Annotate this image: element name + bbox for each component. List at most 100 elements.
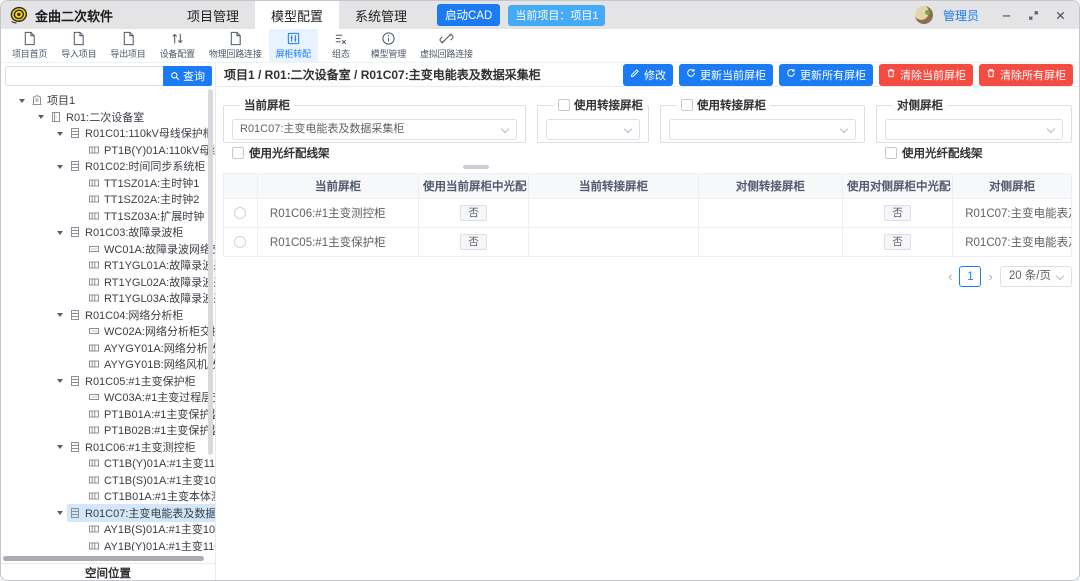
tree-node[interactable]: WC01A:故障录波网络交换机 (1, 241, 215, 258)
caret-down-icon[interactable] (57, 511, 63, 518)
page-size-select[interactable]: 20 条/页 (1000, 266, 1072, 287)
tree-node[interactable]: AYYGY01A:网络分析数据采集单元A (1, 340, 215, 357)
action-button[interactable]: 更新当前屏柜 (679, 64, 773, 86)
tree-node[interactable]: CT1B01A:#1主变本体测控装置 (1, 488, 215, 505)
tree-node[interactable]: CT1B(S)01A:#1主变10kV侧测控装置 (1, 472, 215, 489)
tree-horizontal-scrollbar[interactable] (3, 556, 204, 561)
prev-page-button[interactable]: ‹ (948, 270, 952, 283)
tree-node[interactable]: R01:二次设备室 (1, 109, 215, 126)
close-button[interactable] (1053, 8, 1067, 22)
caret-down-icon[interactable] (57, 132, 63, 139)
tree-node[interactable]: WC03A:#1主变过程层交换机 (1, 389, 215, 406)
tree-node-content[interactable]: R01C04:网络分析柜 (67, 306, 187, 324)
tree-node[interactable]: RT1YGL03A:故障录波采集单元3 (1, 290, 215, 307)
action-button[interactable]: 修改 (623, 64, 673, 86)
caret-down-icon[interactable] (38, 115, 44, 122)
table-row[interactable]: R01C06:#1主变测控柜 否 否 R01C07:主变电能表及数据采集柜 (224, 199, 1072, 228)
tree-node-content[interactable]: R01C03:故障录波柜 (67, 223, 187, 241)
search-input[interactable] (5, 66, 163, 86)
tree-node[interactable]: R01C02:时间同步系统柜 (1, 158, 215, 175)
caret-down-icon[interactable] (57, 231, 63, 238)
tree-node[interactable]: TT1SZ02A:主时钟2 (1, 191, 215, 208)
tree-node[interactable]: WC02A:网络分析柜交换机 (1, 323, 215, 340)
tree-node-content[interactable]: AYYGY01B:网络风机数据采集单元B (86, 355, 215, 373)
tree-node-content[interactable]: R01C06:#1主变测控柜 (67, 438, 200, 456)
toolbar-item[interactable]: 导入项目 (54, 29, 103, 62)
checkbox-box[interactable] (885, 147, 897, 159)
nav-tab[interactable]: 系统管理 (339, 1, 423, 29)
tree-node-content[interactable]: TT1SZ03A:扩展时钟 (86, 207, 208, 225)
tree-node-content[interactable]: RT1YGL03A:故障录波采集单元3 (86, 289, 215, 307)
tree-node-content[interactable]: AY1B(Y)01A:#1主变110kV侧电能表 (86, 537, 215, 551)
tree-node[interactable]: R01C07:主变电能表及数据采集柜 (1, 505, 215, 522)
tree-node[interactable]: R01C06:#1主变测控柜 (1, 439, 215, 456)
toolbar-item[interactable]: 物理回路连接 (202, 29, 269, 62)
user-name[interactable]: 管理员 (943, 7, 979, 24)
cabinet-select[interactable] (669, 119, 856, 140)
tree-node-content[interactable]: AYYGY01A:网络分析数据采集单元A (86, 339, 215, 357)
tree-node-content[interactable]: R01C02:时间同步系统柜 (67, 157, 209, 175)
fiber-patch-checkbox[interactable]: 使用光纤配线架 (232, 145, 517, 161)
use-opposite-fiber-button[interactable]: 否 (884, 205, 911, 222)
toolbar-item[interactable]: 虚拟回路连接 (413, 29, 480, 62)
cabinet-select[interactable] (885, 119, 1063, 140)
caret-down-icon[interactable] (19, 99, 25, 106)
tree-node-content[interactable]: RT1YGL01A:故障录波采集单元1 (86, 256, 215, 274)
table-row[interactable]: R01C05:#1主变保护柜 否 否 R01C07:主变电能表及数据采集柜 (224, 228, 1072, 257)
tree-node[interactable]: AY1B(Y)01A:#1主变110kV侧电能表 (1, 538, 215, 552)
use-opposite-fiber-button[interactable]: 否 (884, 234, 911, 251)
tree-node[interactable]: 项目1 (1, 92, 215, 109)
search-button[interactable]: 查询 (163, 66, 212, 86)
tree-node-content[interactable]: TT1SZ01A:主时钟1 (86, 174, 203, 192)
toolbar-item[interactable]: 屏柜转配 (269, 29, 318, 62)
tree-node-content[interactable]: PT1B02B:#1主变保护装置B (86, 421, 215, 439)
tree-node-content[interactable]: R01C07:主变电能表及数据采集柜 (67, 504, 215, 522)
action-button[interactable]: 清除所有屏柜 (979, 64, 1073, 86)
legend-checkbox[interactable] (681, 99, 693, 111)
table-scroll-hint[interactable] (463, 165, 489, 169)
page-number[interactable]: 1 (959, 266, 981, 287)
toolbar-item[interactable]: 组态 (318, 29, 364, 62)
toolbar-item[interactable]: 导出项目 (103, 29, 152, 62)
tree-node[interactable]: CT1B(Y)01A:#1主变110kV侧测控装置 (1, 455, 215, 472)
toolbar-item[interactable]: 设备配置 (153, 29, 202, 62)
tree-node-content[interactable]: RT1YGL02A:故障录波采集单元2 (86, 273, 215, 291)
tree-node-content[interactable]: WC01A:故障录波网络交换机 (86, 240, 215, 258)
caret-down-icon[interactable] (57, 165, 63, 172)
use-current-fiber-button[interactable]: 否 (460, 205, 487, 222)
tree-node[interactable]: TT1SZ03A:扩展时钟 (1, 208, 215, 225)
caret-down-icon[interactable] (57, 445, 63, 452)
tree-node[interactable]: R01C03:故障录波柜 (1, 224, 215, 241)
tree-node-content[interactable]: 项目1 (29, 91, 79, 109)
toolbar-item[interactable]: 模型管理 (364, 29, 413, 62)
next-page-button[interactable]: › (988, 270, 992, 283)
tree-node-content[interactable]: TT1SZ02A:主时钟2 (86, 190, 203, 208)
tree-node-content[interactable]: CT1B(S)01A:#1主变10kV侧测控装置 (86, 471, 215, 489)
launch-cad-button[interactable]: 启动CAD (437, 4, 500, 26)
tree-node[interactable]: PT1B(Y)01A:110kV母线保护装置A (1, 142, 215, 159)
tree-vertical-scrollbar[interactable] (208, 89, 213, 455)
action-button[interactable]: 清除当前屏柜 (879, 64, 973, 86)
tree-node-content[interactable]: CT1B01A:#1主变本体测控装置 (86, 487, 215, 505)
tree-node-content[interactable]: WC02A:网络分析柜交换机 (86, 322, 215, 340)
tree-node[interactable]: R01C05:#1主变保护柜 (1, 373, 215, 390)
row-radio[interactable] (234, 207, 246, 219)
spatial-position-tab[interactable]: 空间位置 (1, 563, 215, 581)
caret-down-icon[interactable] (57, 379, 63, 386)
fiber-patch-checkbox[interactable]: 使用光纤配线架 (885, 145, 1063, 161)
action-button[interactable]: 更新所有屏柜 (779, 64, 873, 86)
tree-node[interactable]: PT1B02B:#1主变保护装置B (1, 422, 215, 439)
tree-node-content[interactable]: R01:二次设备室 (48, 108, 148, 126)
tree-node-content[interactable]: R01C05:#1主变保护柜 (67, 372, 200, 390)
tree-node[interactable]: AYYGY01B:网络风机数据采集单元B (1, 356, 215, 373)
minimize-button[interactable] (999, 8, 1013, 22)
tree-node[interactable]: RT1YGL02A:故障录波采集单元2 (1, 274, 215, 291)
tree-node-content[interactable]: WC03A:#1主变过程层交换机 (86, 388, 215, 406)
cabinet-select[interactable]: R01C07:主变电能表及数据采集柜 (232, 119, 517, 140)
tree-node[interactable]: R01C04:网络分析柜 (1, 307, 215, 324)
use-current-fiber-button[interactable]: 否 (460, 234, 487, 251)
toolbar-item[interactable]: 项目首页 (5, 29, 54, 62)
tree-node-content[interactable]: AY1B(S)01A:#1主变10kV侧电能表 (86, 520, 215, 538)
checkbox-box[interactable] (232, 147, 244, 159)
tree-node[interactable]: AY1B(S)01A:#1主变10kV侧电能表 (1, 521, 215, 538)
